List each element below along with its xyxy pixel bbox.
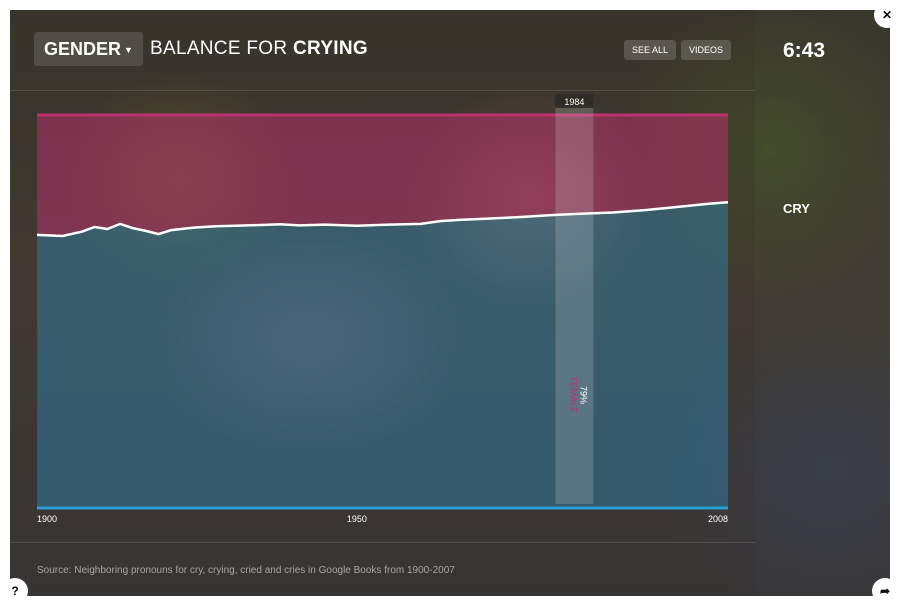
highlight-year-label: 1984: [564, 97, 584, 107]
gender-balance-chart[interactable]: 1984 79%FEMALE 1900 1950 2008: [10, 10, 890, 596]
app-stage: GENDER ▼ BALANCE FOR CRYING SEE ALL VIDEO…: [0, 0, 900, 606]
close-icon: ✕: [881, 8, 893, 22]
share-arrow-icon: ➦: [879, 584, 891, 598]
close-button[interactable]: ✕: [874, 2, 900, 28]
question-icon: ?: [11, 584, 19, 598]
share-button[interactable]: ➦: [872, 578, 898, 604]
x-tick-label: 1900: [37, 514, 57, 524]
help-button[interactable]: ?: [2, 578, 28, 604]
highlight-column: [555, 105, 594, 504]
highlight-value-label: 79%: [578, 386, 588, 404]
x-tick-label: 1950: [347, 514, 367, 524]
male-area: [37, 202, 728, 508]
background-photo: GENDER ▼ BALANCE FOR CRYING SEE ALL VIDEO…: [10, 10, 890, 596]
highlight-series-label: FEMALE: [568, 377, 578, 413]
x-tick-label: 2008: [708, 514, 728, 524]
source-note: Source: Neighboring pronouns for cry, cr…: [37, 565, 455, 576]
